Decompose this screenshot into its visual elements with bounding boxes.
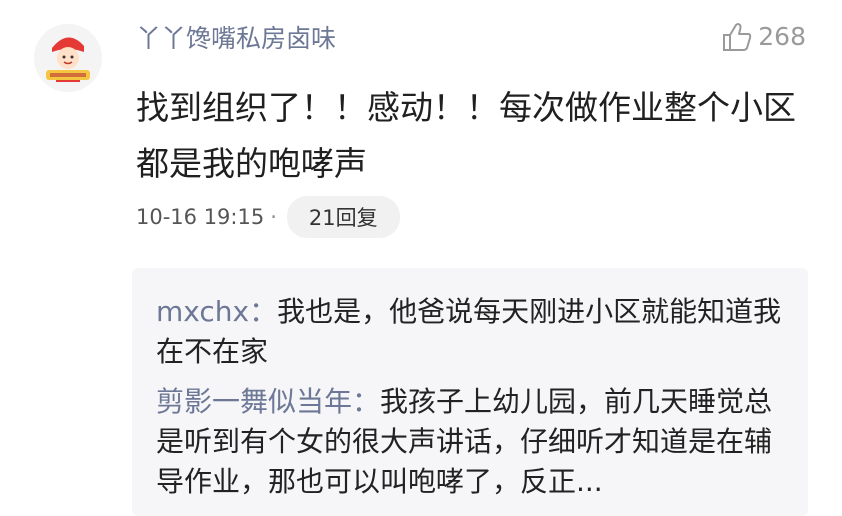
comment-meta: 10-16 19:15 · 21回复	[136, 196, 400, 238]
username[interactable]: 丫丫馋嘴私房卤味	[136, 22, 336, 56]
user-avatar[interactable]	[34, 24, 102, 92]
timestamp: 10-16 19:15	[136, 205, 265, 229]
reply-item[interactable]: mxchx：我也是，他爸说每天刚进小区就能知道我在不在家	[156, 292, 786, 372]
avatar-image	[34, 24, 102, 92]
comment-text: 找到组织了！！感动！！每次做作业整个小区都是我的咆哮声	[136, 88, 796, 183]
replies-panel: mxchx：我也是，他爸说每天刚进小区就能知道我在不在家 剪影一舞似当年：我孩子…	[132, 268, 808, 516]
reply-item[interactable]: 剪影一舞似当年：我孩子上幼儿园，前几天睡觉总是听到有个女的很大声讲话，仔细听才知…	[156, 382, 786, 502]
reply-separator: ：	[352, 385, 381, 418]
reply-username[interactable]: mxchx	[156, 295, 249, 328]
reply-separator: ：	[249, 295, 278, 328]
meta-separator: ·	[270, 205, 277, 229]
reply-count-button[interactable]: 21回复	[286, 196, 400, 238]
like-button[interactable]: 268	[720, 20, 806, 54]
comment-card: 丫丫馋嘴私房卤味 268 找到组织了！！感动！！每次做作业整个小区都是我的咆哮声…	[0, 0, 842, 516]
thumbs-up-icon	[723, 23, 752, 51]
reply-username[interactable]: 剪影一舞似当年	[156, 385, 352, 418]
like-count: 268	[758, 22, 806, 51]
